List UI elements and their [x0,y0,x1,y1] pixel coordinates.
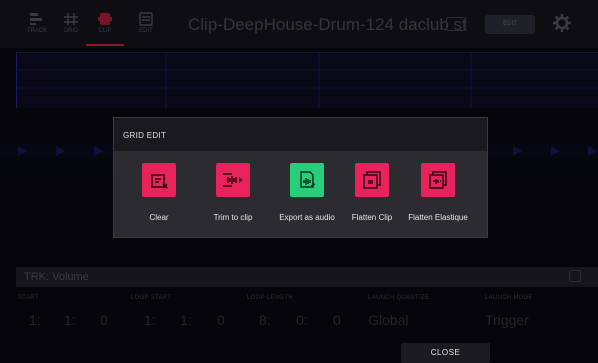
flatten-elastique-tile[interactable] [421,163,455,197]
expand-icon[interactable] [569,270,581,282]
top-bar: TRACK GRID CLIP EDIT Clip-DeepHouse-Drum… [0,0,598,48]
flatten-elastique-label: Flatten Elastique [408,213,468,222]
clip-grid-lines [16,52,598,108]
loop-length-header: LOOP LENGTH [247,295,293,301]
export-as-audio-button[interactable]: Export as audio [272,163,342,222]
list-view-icon [139,12,153,26]
export-audio-icon [300,171,316,188]
flatten-elastique-button[interactable]: Flatten Elastique [403,163,473,222]
close-button[interactable]: CLOSE [401,343,490,363]
tab-clip[interactable]: CLIP [86,6,124,46]
clip-title: Clip-DeepHouse-Drum-124 daclub st [188,15,467,34]
trim-to-clip-button[interactable]: Trim to clip [198,163,268,222]
clip-view-icon [98,13,112,25]
tab-track[interactable]: TRACK [18,6,56,46]
tab-edit[interactable]: EDIT [127,6,165,46]
loop-start-beats[interactable]: 1: [180,312,192,328]
tab-grid[interactable]: GRID [52,6,90,46]
trim-to-clip-tile[interactable] [216,163,250,197]
trim-to-clip-icon [223,173,243,187]
clear-grid-icon [151,174,168,189]
flatten-clip-tile[interactable] [355,163,389,197]
loop-start-bars[interactable]: 1: [144,312,156,328]
grid-view-icon [64,13,78,25]
start-beats[interactable]: 1: [64,312,76,328]
track-parameter-label: TRK: Volume [24,271,89,283]
dialog-title: GRID EDIT [114,118,487,151]
loop-length-ticks[interactable]: 0 [333,312,341,328]
tab-grid-label: GRID [63,28,79,34]
grid-edit-dialog: GRID EDIT Clear Trim to clip Export as a… [113,117,488,238]
tab-edit-label: EDIT [139,28,153,34]
loop-start-ticks[interactable]: 0 [217,312,225,328]
start-header: START [18,295,39,301]
tab-track-label: TRACK [26,28,48,34]
launch-quantize-header: LAUNCH QUANTIZE [368,295,430,301]
flatten-clip-label: Flatten Clip [351,213,393,222]
launch-quantize-value[interactable]: Global [368,312,408,328]
track-parameter-bar [16,267,598,287]
export-as-audio-label: Export as audio [279,213,335,222]
loop-length-beats[interactable]: 0: [296,312,308,328]
loop-start-header: LOOP START [131,295,172,301]
edit-button[interactable]: EDIT [485,15,535,34]
tab-clip-label: CLIP [98,28,112,34]
export-as-audio-tile[interactable] [290,163,324,197]
gear-icon[interactable] [553,14,571,32]
flatten-elastique-icon [429,171,447,189]
launch-mode-header: LAUNCH MODE [485,295,533,301]
trim-to-clip-label: Trim to clip [213,213,253,222]
loop-length-bars[interactable]: 8: [259,312,271,328]
start-bars[interactable]: 1: [29,312,41,328]
clear-button-tile[interactable] [142,163,176,197]
track-view-icon [30,13,42,25]
launch-mode-value[interactable]: Trigger [485,312,529,328]
flatten-clip-button[interactable]: Flatten Clip [337,163,407,222]
clear-button[interactable]: Clear [124,163,194,222]
start-ticks[interactable]: 0 [100,312,108,328]
screen-icon[interactable] [446,17,466,31]
clear-label: Clear [149,213,169,222]
flatten-clip-icon [363,171,381,189]
